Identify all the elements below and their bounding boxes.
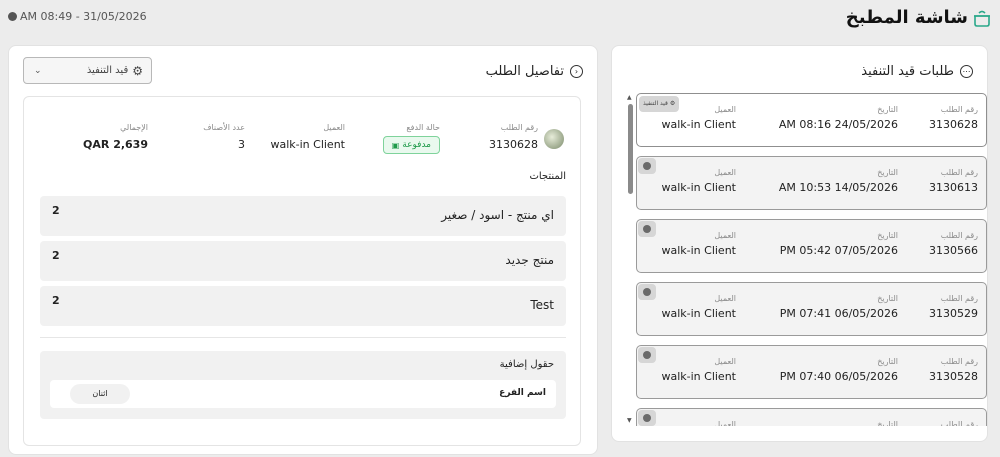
items-value: 3 xyxy=(238,138,245,151)
divider xyxy=(40,337,566,338)
orders-panel: ⋯ طلبات قيد التنفيذ ▲ ▼ ⚙ قيد التنفيذ رق… xyxy=(611,45,988,442)
order-no-label: رقم الطلب xyxy=(940,420,978,426)
date-label: التاريخ xyxy=(877,168,898,177)
date-label: التاريخ xyxy=(877,420,898,426)
extra-fields-title: حقول إضافية xyxy=(499,359,554,370)
order-toggle[interactable] xyxy=(638,158,656,174)
scroll-up-icon[interactable]: ▲ xyxy=(627,94,632,101)
order-no-label: رقم الطلب xyxy=(940,357,978,366)
date-label: التاريخ xyxy=(877,357,898,366)
payment-status-badge: مدفوعة ▣ xyxy=(382,136,440,154)
customer-label: العميل xyxy=(714,294,736,303)
order-date: AM 10:53 14/05/2026 xyxy=(778,181,898,194)
info-order-no: رقم الطلب 3130628 xyxy=(489,123,538,151)
product-qty: 2 xyxy=(52,204,60,217)
datetime-text: AM 08:49 - 31/05/2026 xyxy=(20,10,147,23)
chevron-down-icon: ⌄ xyxy=(34,66,42,76)
order-customer: walk-in Client xyxy=(661,370,736,383)
status-select[interactable]: ⌄ ⚙ قيد التنفيذ xyxy=(23,57,152,84)
product-name: اي منتج - اسود / صغير xyxy=(441,208,554,222)
extra-field-value: اثنان xyxy=(70,384,130,404)
cash-icon: ▣ xyxy=(391,140,400,150)
product-name: Test xyxy=(530,298,554,312)
total-value: QAR 2,639 xyxy=(83,138,148,151)
product-qty: 2 xyxy=(52,294,60,307)
order-no: 3130528 xyxy=(929,370,978,383)
date-label: التاريخ xyxy=(877,294,898,303)
order-no-value: 3130628 xyxy=(489,138,538,151)
order-toggle[interactable] xyxy=(638,284,656,300)
customer-label: العميل xyxy=(714,231,736,240)
order-toggle[interactable] xyxy=(638,221,656,237)
customer-value: walk-in Client xyxy=(270,138,345,151)
customer-label: العميل xyxy=(714,357,736,366)
date-label: التاريخ xyxy=(877,105,898,114)
orders-panel-heading: ⋯ طلبات قيد التنفيذ xyxy=(861,64,973,79)
top-bar: شاشة المطبخ AM 08:49 - 31/05/2026 xyxy=(0,0,1000,36)
order-no-label: رقم الطلب xyxy=(940,168,978,177)
extra-field-key: اسم الفرع xyxy=(499,388,546,398)
chevron-left-circle-icon: ‹ xyxy=(570,65,583,78)
customer-label: العميل xyxy=(714,420,736,426)
gear-icon: ⚙ xyxy=(132,63,143,78)
order-no: 3130566 xyxy=(929,244,978,257)
total-label: الإجمالي xyxy=(120,123,148,132)
order-date: AM 08:16 24/05/2026 xyxy=(778,118,898,131)
details-panel-heading: ‹ تفاصيل الطلب xyxy=(486,64,583,79)
info-items: عدد الأصناف 3 xyxy=(203,123,245,151)
order-card[interactable]: رقم الطلب 3130529 التاريخ PM 07:41 06/05/2… xyxy=(636,282,987,336)
order-no-label: رقم الطلب xyxy=(500,123,538,132)
order-no: 3130628 xyxy=(929,118,978,131)
clock-icon xyxy=(8,12,17,21)
info-customer: العميل walk-in Client xyxy=(270,123,345,151)
order-date: PM 07:40 06/05/2026 xyxy=(779,370,898,383)
order-card[interactable]: رقم الطلب 3130613 التاريخ AM 10:53 14/05/2… xyxy=(636,156,987,210)
product-row: اي منتج - اسود / صغير 2 xyxy=(40,196,566,236)
order-date: PM 07:41 06/05/2026 xyxy=(779,307,898,320)
avatar xyxy=(544,129,564,149)
payment-label: حالة الدفع xyxy=(406,123,440,132)
extra-fields-box: حقول إضافية اسم الفرع اثنان xyxy=(40,351,566,419)
order-card[interactable]: رقم الطلب 3130566 التاريخ PM 05:42 07/05/2… xyxy=(636,219,987,273)
order-toggle[interactable] xyxy=(638,347,656,363)
product-qty: 2 xyxy=(52,249,60,262)
scroll-down-icon[interactable]: ▼ xyxy=(627,417,632,424)
order-toggle[interactable] xyxy=(638,410,656,426)
order-card[interactable]: رقم الطلب التاريخ العميل xyxy=(636,408,987,426)
order-date: PM 05:42 07/05/2026 xyxy=(779,244,898,257)
order-details-panel: ‹ تفاصيل الطلب ⌄ ⚙ قيد التنفيذ رقم الطلب… xyxy=(8,45,598,455)
details-panel-title: تفاصيل الطلب xyxy=(485,64,564,79)
status-select-value: قيد التنفيذ xyxy=(86,65,129,76)
customer-label: العميل xyxy=(323,123,345,132)
orders-list: ⚙ قيد التنفيذ رقم الطلب 3130628 التاريخ AM… xyxy=(632,91,989,426)
info-payment: حالة الدفع مدفوعة ▣ xyxy=(382,123,440,154)
page-title: شاشة المطبخ xyxy=(845,7,968,28)
order-detail-card: رقم الطلب 3130628 حالة الدفع مدفوعة ▣ ال… xyxy=(23,96,581,446)
order-no: 3130613 xyxy=(929,181,978,194)
order-no-label: رقم الطلب xyxy=(940,231,978,240)
order-no: 3130529 xyxy=(929,307,978,320)
product-row: منتج جديد 2 xyxy=(40,241,566,281)
order-customer: walk-in Client xyxy=(661,244,736,257)
more-dots-icon: ⋯ xyxy=(960,65,973,78)
customer-label: العميل xyxy=(714,105,736,114)
product-row: Test 2 xyxy=(40,286,566,326)
order-card[interactable]: ⚙ قيد التنفيذ رقم الطلب 3130628 التاريخ AM… xyxy=(636,93,987,147)
order-customer: walk-in Client xyxy=(661,181,736,194)
order-no-label: رقم الطلب xyxy=(940,294,978,303)
date-label: التاريخ xyxy=(877,231,898,240)
extra-field-row: اسم الفرع اثنان xyxy=(50,380,556,408)
info-total: الإجمالي QAR 2,639 xyxy=(83,123,148,151)
order-no-label: رقم الطلب xyxy=(940,105,978,114)
products-label: المنتجات xyxy=(529,171,566,182)
order-customer: walk-in Client xyxy=(661,307,736,320)
orders-panel-title: طلبات قيد التنفيذ xyxy=(861,64,954,79)
datetime-display: AM 08:49 - 31/05/2026 xyxy=(8,10,147,23)
order-card[interactable]: رقم الطلب 3130528 التاريخ PM 07:40 06/05/2… xyxy=(636,345,987,399)
items-label: عدد الأصناف xyxy=(203,123,245,132)
order-customer: walk-in Client xyxy=(661,118,736,131)
product-name: منتج جديد xyxy=(505,253,554,267)
cooking-pot-icon xyxy=(974,10,990,27)
customer-label: العميل xyxy=(714,168,736,177)
